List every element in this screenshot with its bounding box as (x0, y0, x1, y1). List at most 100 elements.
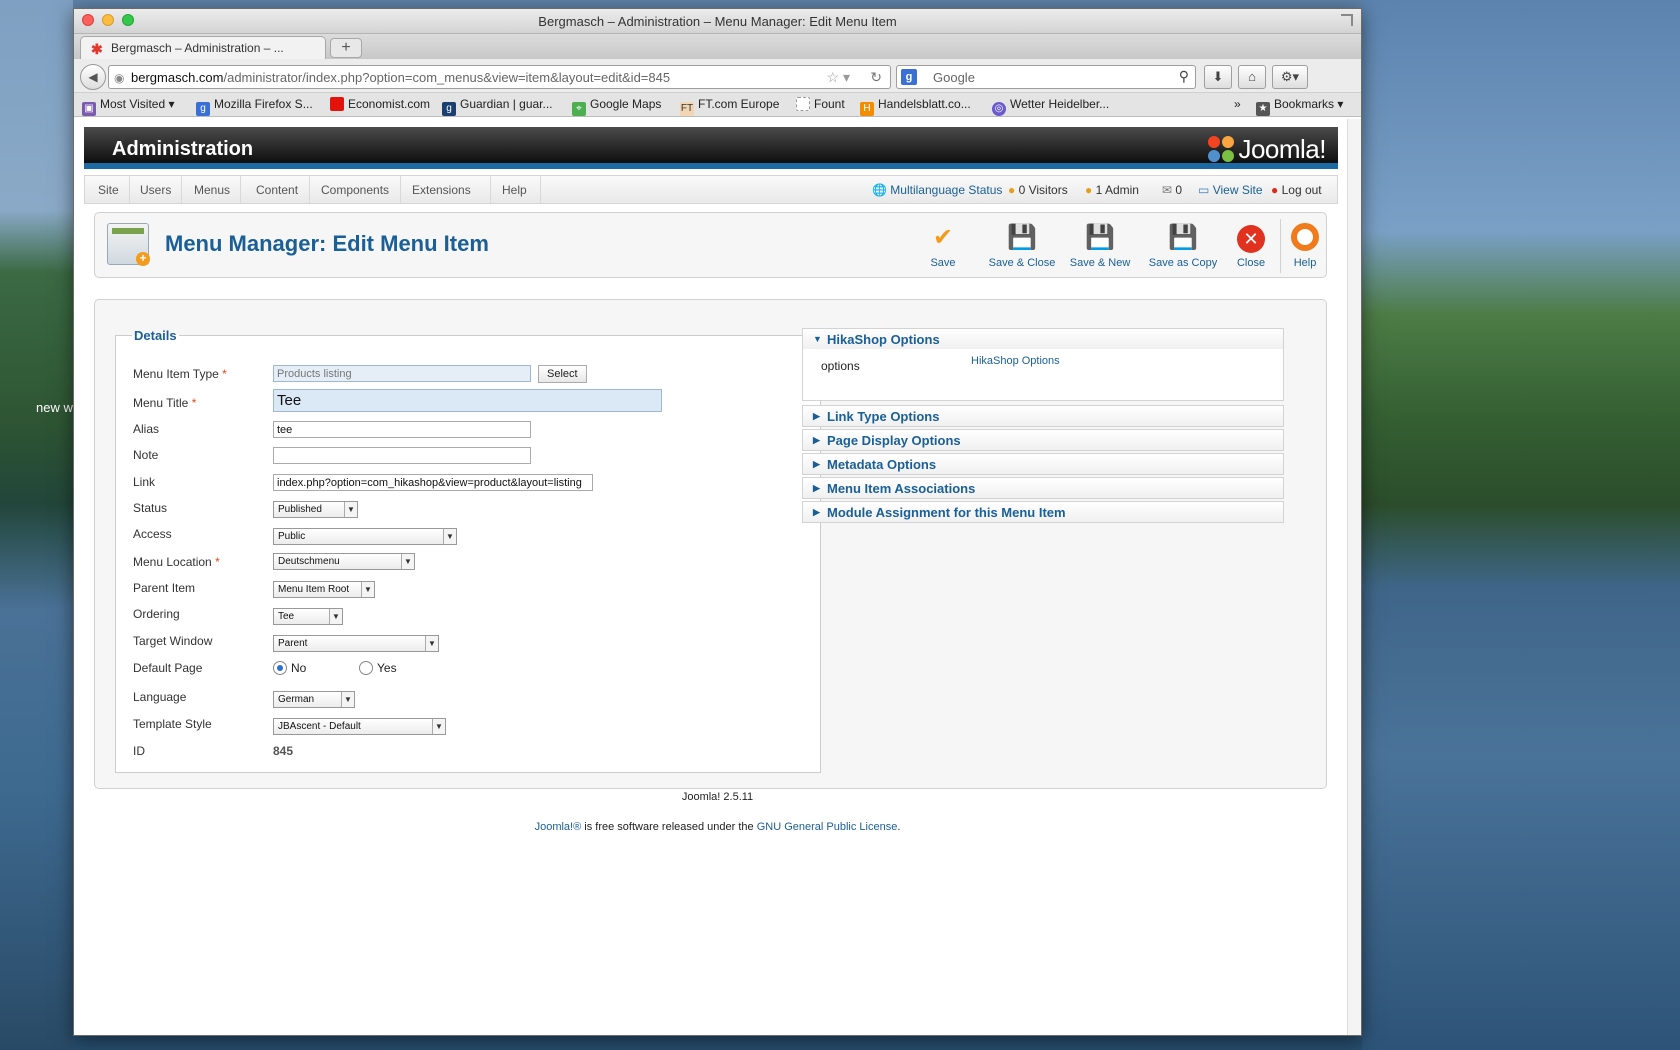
hikashop-options-header[interactable]: ▼ HikaShop Options (803, 329, 1283, 349)
vertical-scrollbar[interactable] (1347, 119, 1361, 1035)
menu-site[interactable]: Site (98, 183, 119, 197)
bookmark-guardian[interactable]: g Guardian | guar... (442, 97, 553, 116)
gnu-license-link[interactable]: GNU General Public License (757, 821, 898, 833)
save-button[interactable]: ✔ Save (921, 223, 965, 269)
note-input[interactable] (273, 447, 531, 464)
bookmark-star-icon[interactable]: ☆ ▾ (827, 69, 850, 86)
template-style-label: Template Style (133, 717, 212, 731)
back-button[interactable]: ◀ (80, 64, 106, 90)
language-label: Language (133, 690, 187, 704)
bookmarks-overflow-chevron-icon[interactable]: » (1234, 97, 1241, 111)
reload-icon[interactable]: ↻ (870, 69, 882, 86)
menu-title-label: Menu Title * (133, 396, 197, 410)
page-display-options-panel[interactable]: ▶ Page Display Options (802, 429, 1284, 451)
save-copy-button[interactable]: 💾 Save as Copy (1143, 223, 1223, 269)
id-label: ID (133, 744, 145, 758)
chevron-down-icon: ▼ (425, 636, 438, 651)
search-placeholder: Google (933, 70, 975, 85)
economist-icon (330, 97, 344, 111)
bookmark-economist[interactable]: Economist.com (330, 97, 430, 111)
ordering-select[interactable]: Tee ▼ (273, 608, 343, 625)
default-page-yes-radio[interactable] (359, 661, 373, 675)
url-path: /administrator/index.php?option=com_menu… (223, 70, 671, 85)
logout-link[interactable]: ● Log out (1271, 183, 1322, 197)
downloads-button[interactable]: ⬇ (1204, 65, 1232, 89)
joomla-logo-text: Joomla! (1238, 134, 1326, 164)
search-engine-icon[interactable]: g (901, 69, 917, 85)
close-button[interactable]: ✕ Close (1229, 223, 1273, 269)
page-title: Menu Manager: Edit Menu Item (165, 231, 489, 256)
url-bar[interactable]: ◉ bergmasch.com/administrator/index.php?… (108, 65, 891, 89)
bookmarks-menu[interactable]: ★ Bookmarks ▾ (1256, 97, 1343, 116)
hikashop-options-link[interactable]: HikaShop Options (971, 355, 1060, 367)
help-button[interactable]: Help (1287, 223, 1323, 269)
menu-divider (400, 176, 401, 203)
target-window-select[interactable]: Parent ▼ (273, 635, 439, 652)
home-button[interactable]: ⌂ (1238, 65, 1266, 89)
browser-window: Bergmasch – Administration – Menu Manage… (73, 8, 1362, 1036)
menu-extensions[interactable]: Extensions (412, 183, 471, 197)
multilanguage-status-link[interactable]: 🌐 Multilanguage Status (872, 183, 1002, 197)
default-page-no-radio[interactable] (273, 661, 287, 675)
view-site-link[interactable]: ▭ View Site (1198, 183, 1263, 197)
desktop-icon-label[interactable]: new w (36, 400, 73, 415)
menu-help[interactable]: Help (502, 183, 527, 197)
template-style-select[interactable]: JBAscent - Default ▼ (273, 718, 446, 735)
license-footer: Joomla!® is free software released under… (534, 821, 901, 833)
chevron-down-icon: ▼ (361, 582, 374, 597)
bookmark-most-visited[interactable]: ▣ Most Visited ▾ (82, 97, 175, 116)
bookmark-mozilla[interactable]: g Mozilla Firefox S... (196, 97, 313, 116)
access-label: Access (133, 527, 172, 541)
joomla-favicon-icon: ✱ (91, 41, 103, 57)
save-new-button[interactable]: 💾 Save & New (1065, 223, 1135, 269)
default-page-yes-label: Yes (377, 661, 397, 675)
addon-button[interactable]: ⚙▾ (1272, 65, 1308, 89)
tab-active[interactable]: ✱ Bergmasch – Administration – ... (80, 36, 326, 60)
menu-content[interactable]: Content (256, 183, 298, 197)
search-icon[interactable]: ⚲ (1179, 68, 1189, 85)
bookmark-wetter[interactable]: ◎ Wetter Heidelber... (992, 97, 1109, 116)
site-identity-icon[interactable]: ◉ (114, 71, 124, 85)
bookmark-fount[interactable]: Fount (796, 97, 845, 111)
messages-icon: ✉ (1162, 183, 1173, 197)
triangle-right-icon: ▶ (813, 435, 820, 445)
joomla-link[interactable]: Joomla!® (535, 821, 582, 833)
select-button[interactable]: Select (538, 365, 587, 383)
save-close-button[interactable]: 💾 Save & Close (985, 223, 1059, 269)
module-assignment-panel[interactable]: ▶ Module Assignment for this Menu Item (802, 501, 1284, 523)
menu-menus[interactable]: Menus (194, 183, 230, 197)
status-select[interactable]: Published ▼ (273, 501, 358, 518)
weather-icon: ◎ (992, 102, 1006, 116)
target-window-label: Target Window (133, 634, 213, 648)
language-select[interactable]: German ▼ (273, 691, 355, 708)
new-tab-button[interactable]: + (330, 38, 362, 58)
desktop-background-right (1362, 0, 1680, 1050)
bookmark-google-maps[interactable]: ⌖ Google Maps (572, 97, 661, 116)
default-page-no-label: No (291, 661, 307, 675)
link-label: Link (133, 475, 156, 489)
chevron-down-icon: ▼ (432, 719, 445, 734)
triangle-right-icon: ▶ (813, 483, 820, 493)
bookmark-ft[interactable]: FT FT.com Europe (680, 97, 779, 116)
access-select[interactable]: Public ▼ (273, 528, 457, 545)
metadata-options-panel[interactable]: ▶ Metadata Options (802, 453, 1284, 475)
alias-input[interactable]: tee (273, 421, 531, 438)
link-input[interactable]: index.php?option=com_hikashop&view=produ… (273, 474, 593, 491)
bookmark-handelsblatt[interactable]: H Handelsblatt.co... (860, 97, 971, 116)
search-bar[interactable]: g Google ⚲ (896, 65, 1196, 89)
toolbar-divider (1280, 219, 1281, 273)
view-site-icon: ▭ (1198, 183, 1210, 197)
page-icon (796, 97, 810, 111)
link-type-options-panel[interactable]: ▶ Link Type Options (802, 405, 1284, 427)
alias-label: Alias (133, 422, 160, 436)
menu-users[interactable]: Users (140, 183, 171, 197)
page-content: Administration Joomla! Site Users Menus … (74, 119, 1361, 1035)
parent-item-select[interactable]: Menu Item Root ▼ (273, 581, 375, 598)
menu-location-select[interactable]: Deutschmenu ▼ (273, 553, 415, 570)
menu-item-associations-panel[interactable]: ▶ Menu Item Associations (802, 477, 1284, 499)
messages-count[interactable]: ✉ 0 (1162, 183, 1182, 197)
menu-title-input[interactable]: Tee (273, 389, 662, 412)
save-new-icon: 💾 (1085, 224, 1115, 251)
fullscreen-icon[interactable] (1341, 14, 1353, 26)
menu-components[interactable]: Components (321, 183, 389, 197)
